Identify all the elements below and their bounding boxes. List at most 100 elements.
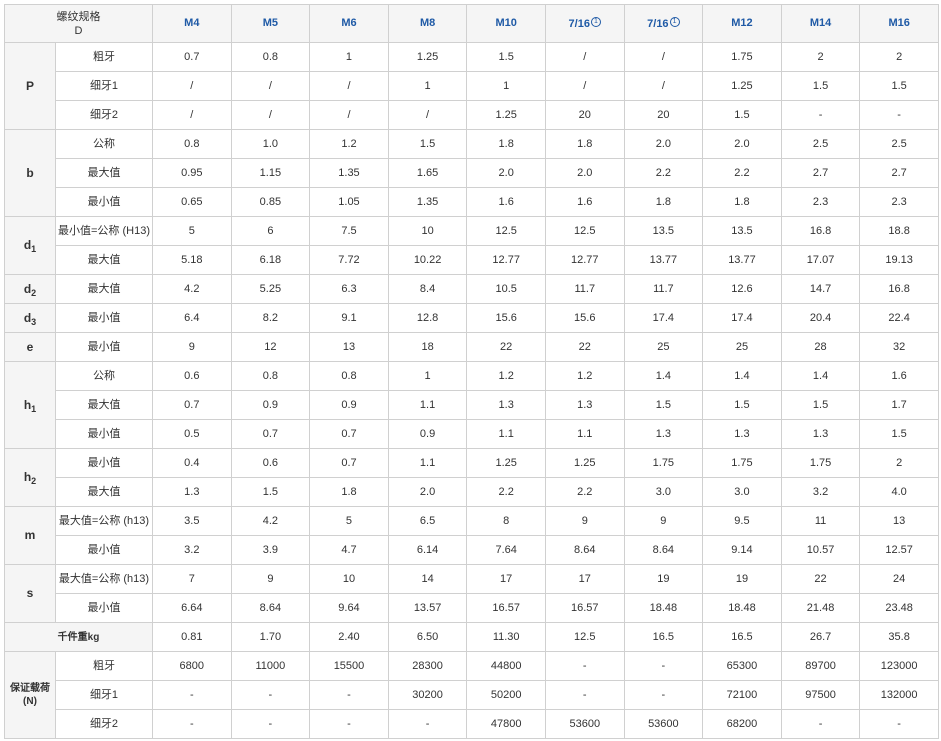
- value-cell: 72100: [702, 680, 782, 710]
- value-cell: 18: [387, 332, 468, 362]
- value-cell: 6.18: [230, 245, 311, 275]
- column-header-label: M8: [419, 17, 436, 29]
- value-cell: 10: [309, 564, 389, 594]
- row-label-cell: 最小值: [55, 332, 153, 362]
- thread-spec-table: 螺纹规格 D M4 M5 M6 M8 M10 7/16 1 7/16 1 M12 M14 M16 P粗…: [4, 4, 939, 739]
- value-cell: 2.0: [466, 158, 546, 188]
- value-cell: 0.81: [152, 622, 232, 652]
- header-row: 螺纹规格 D M4 M5 M6 M8 M10 7/16 1 7/16 1 M12 M14 M16: [4, 4, 939, 43]
- value-cell: 5.18: [152, 245, 232, 275]
- table-row: d3 最小值 6.4 8.2 9.1 12.8 15.6 15.6 17.4 17.4 20.4 22…: [4, 303, 939, 333]
- value-cell: /: [152, 100, 232, 130]
- value-cell: 19: [623, 564, 704, 594]
- value-cell: 17.4: [702, 303, 782, 333]
- column-header-label: M4: [184, 17, 200, 29]
- value-cell: 12.6: [702, 274, 782, 304]
- column-header-label: 7/16: [647, 17, 669, 30]
- value-cell: 20: [544, 100, 625, 130]
- value-cell: 1.5: [623, 390, 704, 420]
- table-row: b 公称 0.8 1.0 1.2 1.5 1.8 1.8 2.0 2.0 2.5 2.5: [4, 129, 939, 217]
- value-cell: 1.0: [230, 129, 311, 159]
- value-cell: 1.25: [466, 100, 546, 130]
- value-cell: 1.5: [702, 100, 782, 130]
- value-cell: 1.6: [859, 361, 939, 391]
- value-cell: 44800: [466, 651, 546, 681]
- value-cell: 1.75: [623, 448, 704, 478]
- value-cell: 35.8: [859, 622, 939, 652]
- value-cell: 2.0: [702, 129, 782, 159]
- load-row: 保证载荷(N) 粗牙 6800 11000 15500 28300 44800- -65300…: [4, 651, 939, 739]
- value-cell: 50200: [466, 680, 546, 710]
- value-cell: 1.2: [466, 361, 546, 391]
- row-label-cell: 最小值: [55, 187, 153, 217]
- value-cell: 10.57: [780, 535, 861, 565]
- value-cell: 4.7: [309, 535, 389, 565]
- value-cell: 1.6: [466, 187, 546, 217]
- column-header-label: 7/16: [568, 17, 590, 30]
- value-cell: 2.3: [859, 187, 939, 217]
- value-cell: /: [623, 42, 704, 72]
- value-cell: 22: [466, 332, 546, 362]
- load-row: 细牙1- - -30200 50200- -72100 97500 132000: [5, 680, 939, 710]
- group-label-subscript: 2: [31, 287, 37, 298]
- value-cell: 1.3: [544, 390, 625, 420]
- table-row: 最大值 0.95 1.15 1.35 1.65 2.0 2.0 2.2 2.2 2.7 2.7: [5, 158, 939, 188]
- column-header: M10: [466, 4, 546, 43]
- value-cell: 3.2: [780, 477, 861, 507]
- value-cell: 9.1: [309, 303, 389, 333]
- value-cell: 19: [702, 564, 782, 594]
- value-cell: 25: [702, 332, 782, 362]
- value-cell: /: [544, 71, 625, 101]
- value-cell: 89700: [780, 651, 861, 681]
- value-cell: 6.64: [152, 593, 232, 623]
- value-cell: /: [230, 100, 311, 130]
- value-cell: 1.5: [466, 42, 546, 72]
- value-cell: 28300: [387, 651, 468, 681]
- value-cell: 17: [466, 564, 546, 594]
- value-cell: 1.8: [309, 477, 389, 507]
- value-cell: 1.5: [780, 390, 861, 420]
- value-cell: 1.5: [859, 419, 939, 449]
- value-cell: 2.3: [780, 187, 861, 217]
- table-row: 最大值 1.3 1.5 1.8 2.0 2.2 2.2 3.0 3.0 3.2 4.0: [5, 477, 939, 507]
- value-cell: 12.77: [466, 245, 546, 275]
- row-label-cell: 最小值: [55, 593, 153, 623]
- value-cell: 1.3: [780, 419, 861, 449]
- value-cell: 16.8: [859, 274, 939, 304]
- value-cell: 12.77: [544, 245, 625, 275]
- column-header: M14: [780, 4, 861, 43]
- value-cell: 20: [623, 100, 704, 130]
- value-cell: 1.5: [780, 71, 861, 101]
- column-header: 7/16 1: [623, 4, 704, 43]
- value-cell: 13: [859, 506, 939, 536]
- value-cell: 8.2: [230, 303, 311, 333]
- value-cell: 0.7: [309, 448, 389, 478]
- row-label-cell: 细牙2: [55, 100, 153, 130]
- value-cell: 0.5: [152, 419, 232, 449]
- value-cell: 2.2: [702, 158, 782, 188]
- column-header: M4: [152, 4, 232, 43]
- value-cell: 2.2: [623, 158, 704, 188]
- value-cell: 0.8: [152, 129, 232, 159]
- value-cell: 0.95: [152, 158, 232, 188]
- value-cell: 3.0: [623, 477, 704, 507]
- value-cell: 2.7: [780, 158, 861, 188]
- value-cell: 18.48: [623, 593, 704, 623]
- table-row: d2 最大值 4.2 5.25 6.3 8.4 10.5 11.7 11.7 12.6 14.7 16…: [4, 274, 939, 304]
- value-cell: 9.64: [309, 593, 389, 623]
- value-cell: 0.7: [230, 419, 311, 449]
- value-cell: 0.7: [309, 419, 389, 449]
- value-cell: 1.2: [544, 361, 625, 391]
- table-row: 细牙1///1 1//1.25 1.5 1.5: [5, 71, 939, 101]
- group-label-subscript: 1: [31, 403, 37, 414]
- value-cell: 0.9: [230, 390, 311, 420]
- value-cell: 2.2: [544, 477, 625, 507]
- value-cell: -: [859, 100, 939, 130]
- value-cell: -: [230, 709, 311, 739]
- value-cell: 1.1: [544, 419, 625, 449]
- value-cell: 1.25: [544, 448, 625, 478]
- value-cell: -: [859, 709, 939, 739]
- table-row: 最小值 0.5 0.7 0.7 0.9 1.1 1.1 1.3 1.3 1.3 1.5: [5, 419, 939, 449]
- value-cell: 17: [544, 564, 625, 594]
- value-cell: 2.2: [466, 477, 546, 507]
